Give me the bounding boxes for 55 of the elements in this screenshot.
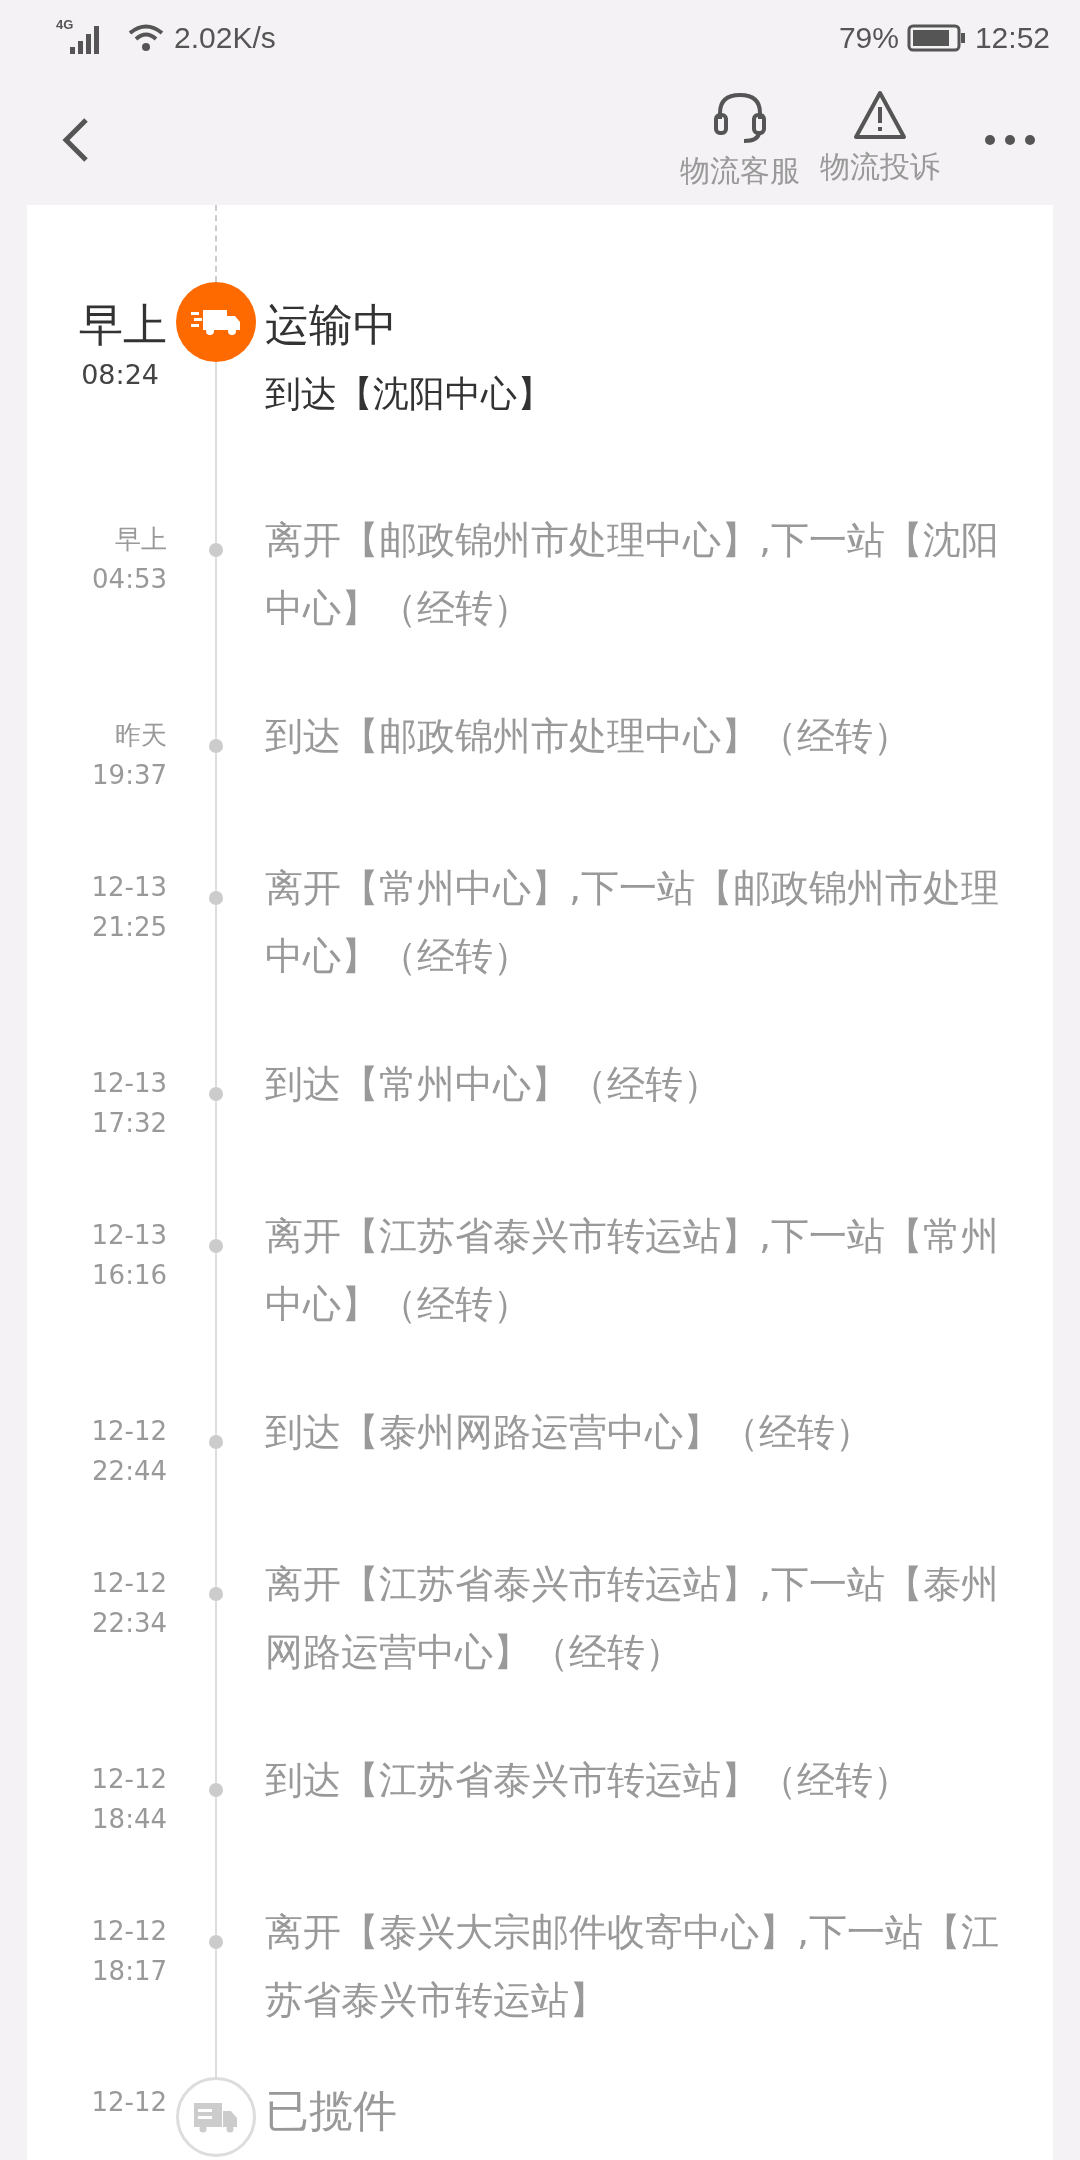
entry-day: 12-12 bbox=[91, 1563, 167, 1603]
entry-day: 昨天 bbox=[115, 715, 167, 755]
battery-icon bbox=[906, 23, 967, 52]
timeline-dot bbox=[209, 1239, 223, 1253]
back-icon[interactable] bbox=[60, 116, 90, 164]
entry-day: 12-13 bbox=[91, 1215, 167, 1255]
timeline-dot bbox=[209, 1587, 223, 1601]
tracking-event: 离开【江苏省泰兴市转运站】,下一站【常州中心】（经转） bbox=[265, 1213, 1001, 1328]
entry-date: 12-12 bbox=[91, 2087, 167, 2117]
truck-icon bbox=[194, 2101, 238, 2133]
entry-day: 12-13 bbox=[91, 867, 167, 907]
tracking-event: 到达【常州中心】（经转） bbox=[265, 1061, 722, 1108]
more-icon[interactable] bbox=[984, 134, 1036, 146]
entry-day: 12-12 bbox=[91, 1759, 167, 1799]
timeline-dot bbox=[209, 1087, 223, 1101]
status-title: 已揽件 bbox=[265, 2084, 398, 2138]
entry-time: 04:53 bbox=[92, 563, 167, 596]
entry-time: 22:44 bbox=[92, 1455, 167, 1488]
timeline-dot bbox=[209, 543, 223, 557]
tracking-event: 离开【常州中心】,下一站【邮政锦州市处理中心】（经转） bbox=[265, 865, 1001, 980]
entry-time: 17:32 bbox=[92, 1107, 167, 1140]
battery-percent: 79% bbox=[838, 20, 899, 55]
entry-day: 早上 bbox=[79, 297, 167, 353]
tracking-event: 离开【江苏省泰兴市转运站】,下一站【泰州网路运营中心】（经转） bbox=[265, 1561, 1001, 1676]
network-speed: 2.02K/s bbox=[174, 20, 276, 55]
tracking-event: 到达【邮政锦州市处理中心】（经转） bbox=[265, 713, 912, 760]
entry-time: 18:17 bbox=[92, 1955, 167, 1988]
entry-day: 12-12 bbox=[91, 1411, 167, 1451]
entry-time: 21:25 bbox=[92, 911, 167, 944]
wifi-icon bbox=[126, 21, 166, 54]
entry-time: 16:16 bbox=[92, 1259, 167, 1292]
entry-time: 19:37 bbox=[92, 759, 167, 792]
header-action[interactable]: 物流投诉 bbox=[820, 88, 940, 192]
tracking-event: 离开【泰兴大宗邮件收寄中心】,下一站【江苏省泰兴市转运站】 bbox=[265, 1909, 1001, 2024]
timeline-dot bbox=[209, 891, 223, 905]
tracking-event: 到达【沈阳中心】 bbox=[265, 372, 554, 416]
truck-icon bbox=[191, 308, 241, 336]
tracking-event: 离开【邮政锦州市处理中心】,下一站【沈阳中心】（经转） bbox=[265, 517, 1001, 632]
entry-day: 12-12 bbox=[91, 1911, 167, 1951]
timeline-dot bbox=[209, 1935, 223, 1949]
status-title: 运输中 bbox=[265, 298, 398, 352]
timeline-dot bbox=[209, 1783, 223, 1797]
entry-time: 08:24 bbox=[81, 359, 159, 390]
header-action[interactable]: 物流客服 bbox=[680, 88, 800, 192]
entry-time: 18:44 bbox=[92, 1803, 167, 1836]
entry-day: 早上 bbox=[115, 519, 167, 559]
timeline-dot bbox=[209, 739, 223, 753]
tracking-event: 到达【泰州网路运营中心】（经转） bbox=[265, 1409, 874, 1456]
warning-icon bbox=[852, 88, 908, 141]
tracking-event: 到达【江苏省泰兴市转运站】（经转） bbox=[265, 1757, 912, 1804]
clock: 12:52 bbox=[974, 20, 1050, 55]
network-type: 4G bbox=[56, 16, 74, 32]
timeline-dot bbox=[209, 1435, 223, 1449]
entry-day: 12-13 bbox=[91, 1063, 167, 1103]
entry-time: 22:34 bbox=[92, 1607, 167, 1640]
